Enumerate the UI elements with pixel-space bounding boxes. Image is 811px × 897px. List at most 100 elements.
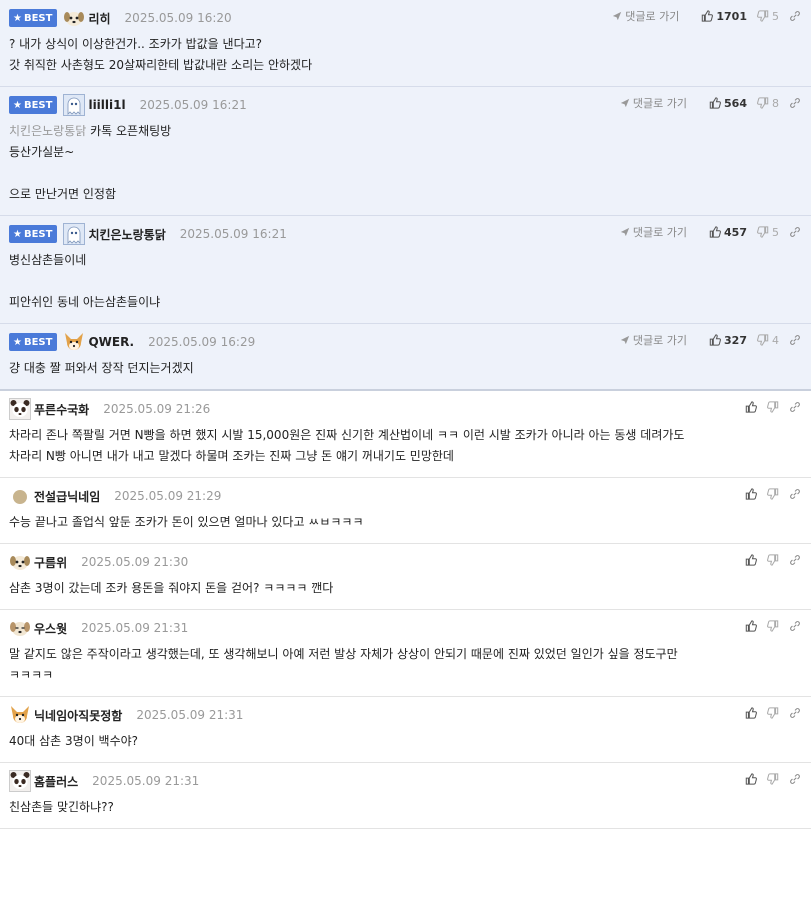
upvote-count: 564 bbox=[724, 96, 747, 110]
best-label: BEST bbox=[23, 99, 53, 111]
author-nickname[interactable]: 구름위 bbox=[34, 554, 67, 571]
downvote-count: 5 bbox=[772, 9, 779, 23]
upvote-button[interactable] bbox=[745, 554, 757, 566]
downvote-button[interactable] bbox=[767, 620, 779, 632]
dog-avatar[interactable] bbox=[9, 551, 31, 573]
copy-link-button[interactable] bbox=[789, 10, 801, 22]
best-comment: ★ BEST 리히 2025.05.09 16:20 댓글로 가기 1701 5 ? 내가 상… bbox=[0, 0, 811, 87]
ghost-avatar[interactable] bbox=[63, 223, 86, 245]
copy-link-button[interactable] bbox=[789, 97, 801, 109]
author-nickname[interactable]: 닉네임아직못정함 bbox=[34, 707, 122, 724]
downvote-button[interactable] bbox=[767, 488, 779, 500]
reply-label: 댓글로 가기 bbox=[632, 97, 688, 110]
thumbs-down-icon bbox=[757, 226, 769, 238]
comment: 홈플러스 2025.05.09 21:31 친삼촌들 맞긴하냐?? bbox=[0, 763, 811, 829]
panda-avatar[interactable] bbox=[9, 398, 31, 420]
ghost-avatar[interactable] bbox=[63, 94, 86, 116]
author-nickname[interactable]: 우스웟 bbox=[34, 620, 67, 637]
reply-label: 댓글로 가기 bbox=[625, 10, 680, 23]
upvote-button[interactable]: 564 bbox=[709, 97, 747, 110]
copy-link-button[interactable] bbox=[789, 488, 801, 500]
copy-link-button[interactable] bbox=[789, 620, 801, 632]
thumbs-up-icon bbox=[701, 10, 714, 22]
comment-header: 구름위 2025.05.09 21:30 bbox=[9, 552, 801, 572]
link-icon bbox=[789, 707, 801, 719]
dot-avatar[interactable] bbox=[9, 485, 31, 507]
star-icon: ★ bbox=[13, 228, 22, 240]
best-comment: ★ BEST QWER. 2025.05.09 16:29 댓글로 가기 327 4 걍 대충… bbox=[0, 324, 811, 391]
copy-link-button[interactable] bbox=[789, 773, 801, 785]
copy-link-button[interactable] bbox=[789, 707, 801, 719]
author-nickname[interactable]: QWER. bbox=[88, 335, 134, 349]
author-nickname[interactable]: 치킨은노랑통닭 bbox=[88, 226, 165, 243]
downvote-count: 5 bbox=[772, 225, 779, 239]
downvote-button[interactable] bbox=[767, 707, 779, 719]
comment-actions bbox=[735, 399, 801, 415]
author-nickname[interactable]: 전설급닉네임 bbox=[34, 488, 100, 505]
downvote-button[interactable]: 4 bbox=[757, 334, 779, 347]
upvote-button[interactable] bbox=[745, 620, 757, 632]
comment-body: 걍 대충 짤 퍼와서 장작 던지는거겠지 bbox=[9, 358, 801, 379]
fox-avatar[interactable] bbox=[9, 704, 31, 726]
author-nickname[interactable]: liilli1l bbox=[88, 98, 125, 112]
send-arrow-icon bbox=[612, 11, 625, 21]
copy-link-button[interactable] bbox=[789, 401, 801, 413]
go-to-reply-link[interactable]: 댓글로 가기 bbox=[620, 95, 687, 111]
best-badge: ★ BEST bbox=[9, 225, 58, 243]
panda-avatar[interactable] bbox=[9, 770, 31, 792]
comment-actions: 댓글로 가기 564 8 bbox=[620, 95, 801, 111]
comment-line bbox=[9, 271, 801, 292]
thumbs-up-icon bbox=[745, 554, 757, 566]
author-nickname[interactable]: 리히 bbox=[88, 10, 110, 27]
author-nickname[interactable]: 푸른수국화 bbox=[34, 401, 89, 418]
best-label: BEST bbox=[23, 228, 53, 240]
downvote-count: 8 bbox=[772, 96, 779, 110]
best-label: BEST bbox=[23, 12, 53, 24]
quoted-nickname[interactable]: 치킨은노랑통닭 bbox=[9, 124, 86, 138]
thumbs-down-icon bbox=[767, 554, 779, 566]
downvote-button[interactable]: 5 bbox=[757, 226, 779, 239]
downvote-count: 4 bbox=[772, 333, 779, 347]
star-icon: ★ bbox=[13, 12, 22, 24]
copy-link-button[interactable] bbox=[789, 334, 801, 346]
comment: 푸른수국화 2025.05.09 21:26 차라리 존나 쪽팔릴 거면 N빵을 하… bbox=[0, 391, 811, 478]
comment-date: 2025.05.09 16:29 bbox=[148, 335, 256, 349]
upvote-button[interactable]: 327 bbox=[709, 334, 747, 347]
dog-avatar[interactable] bbox=[63, 7, 85, 29]
comment-actions: 댓글로 가기 1701 5 bbox=[612, 8, 801, 24]
upvote-button[interactable]: 1701 bbox=[701, 10, 747, 23]
thumbs-down-icon bbox=[767, 488, 779, 500]
link-icon bbox=[789, 226, 801, 238]
downvote-button[interactable] bbox=[767, 401, 779, 413]
link-icon bbox=[789, 488, 801, 500]
comment-header: 닉네임아직못정함 2025.05.09 21:31 bbox=[9, 705, 801, 725]
go-to-reply-link[interactable]: 댓글로 가기 bbox=[620, 332, 687, 348]
comment-date: 2025.05.09 16:21 bbox=[139, 98, 247, 112]
copy-link-button[interactable] bbox=[789, 226, 801, 238]
upvote-button[interactable] bbox=[745, 488, 757, 500]
copy-link-button[interactable] bbox=[789, 554, 801, 566]
sleepy-dog-avatar[interactable] bbox=[9, 617, 31, 639]
link-icon bbox=[789, 401, 801, 413]
upvote-button[interactable]: 457 bbox=[709, 226, 747, 239]
comment-list: ★ BEST 리히 2025.05.09 16:20 댓글로 가기 1701 5? 내가 상… bbox=[0, 0, 811, 829]
downvote-button[interactable]: 8 bbox=[757, 97, 779, 110]
comment-actions bbox=[735, 618, 801, 634]
go-to-reply-link[interactable]: 댓글로 가기 bbox=[620, 224, 687, 240]
thumbs-down-icon bbox=[767, 707, 779, 719]
downvote-button[interactable] bbox=[767, 554, 779, 566]
comment-line: 치킨은노랑통닭 카톡 오픈채팅방 bbox=[9, 124, 172, 138]
go-to-reply-link[interactable]: 댓글로 가기 bbox=[612, 8, 679, 24]
upvote-button[interactable] bbox=[745, 707, 757, 719]
thumbs-up-icon bbox=[745, 488, 757, 500]
author-nickname[interactable]: 홈플러스 bbox=[34, 773, 78, 790]
thumbs-up-icon bbox=[745, 401, 757, 413]
upvote-button[interactable] bbox=[745, 401, 757, 413]
send-arrow-icon bbox=[620, 335, 633, 345]
downvote-button[interactable]: 5 bbox=[757, 10, 779, 23]
comment-header: 전설급닉네임 2025.05.09 21:29 bbox=[9, 486, 801, 506]
fox-avatar[interactable] bbox=[63, 331, 85, 353]
reply-label: 댓글로 가기 bbox=[632, 334, 688, 347]
upvote-button[interactable] bbox=[745, 773, 757, 785]
downvote-button[interactable] bbox=[767, 773, 779, 785]
